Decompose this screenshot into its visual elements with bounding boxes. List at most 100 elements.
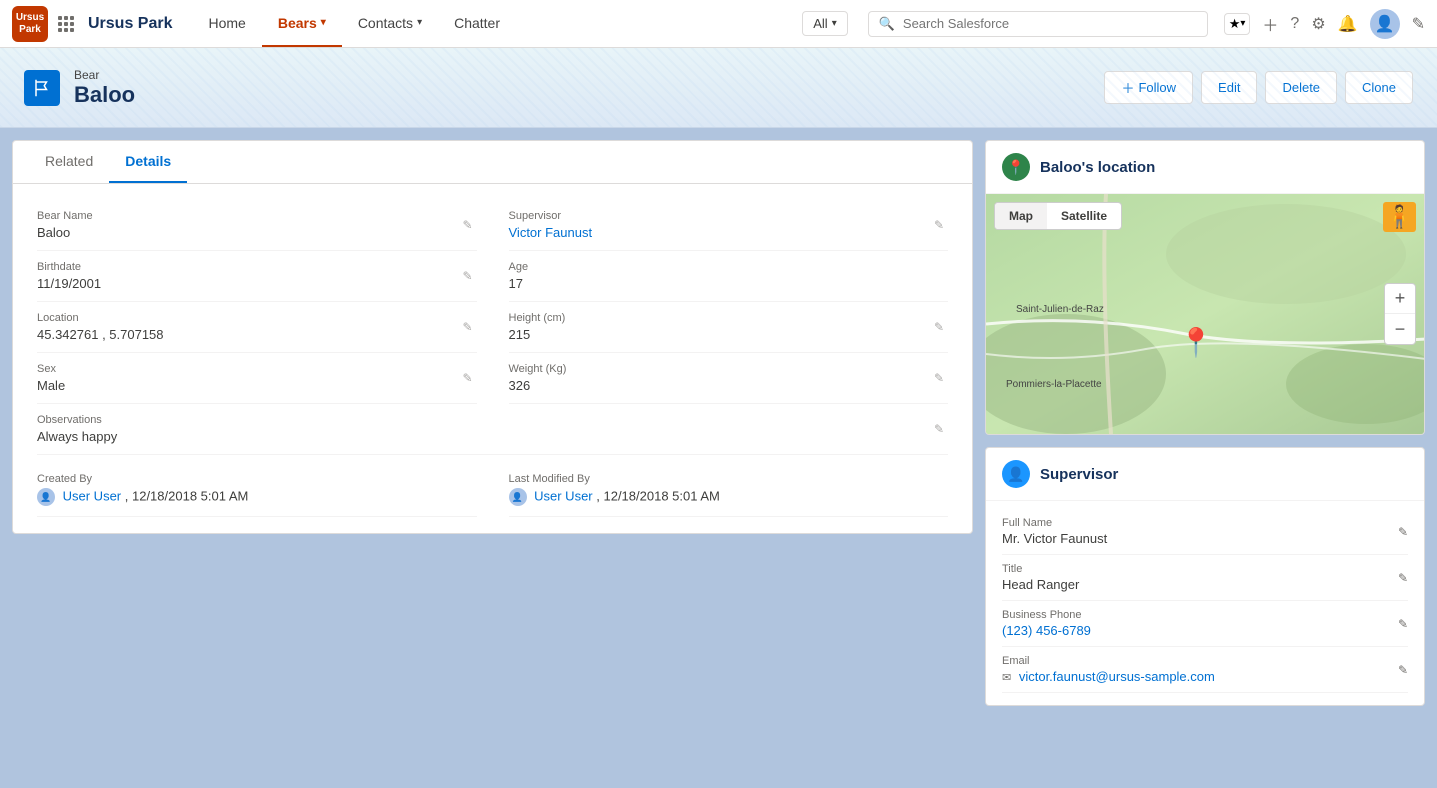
supervisor-card: 👤 Supervisor Full Name Mr. Victor Faunus… [985, 447, 1425, 706]
tab-bar: Related Details [13, 141, 972, 184]
left-panel: Related Details Bear Name Baloo Supervis… [12, 140, 973, 534]
avatar-icon: 👤 [1375, 14, 1395, 34]
edit-fullname-icon[interactable] [1398, 525, 1408, 539]
help-icon[interactable]: ? [1290, 15, 1299, 33]
search-scope-all[interactable]: All ▾ [802, 11, 847, 36]
nav-tabs: Home Bears ▾ Contacts ▾ Chatter [193, 0, 803, 47]
email-icon: ✉ [1002, 672, 1011, 684]
sup-field-phone: Business Phone (123) 456-6789 [1002, 601, 1408, 647]
map-tab-satellite[interactable]: Satellite [1047, 203, 1121, 229]
nav-tab-home[interactable]: Home [193, 0, 262, 47]
search-bar: 🔍 [868, 11, 1208, 37]
edit-phone-icon[interactable] [1398, 617, 1408, 631]
field-modified-by: Last Modified By 👤 User User , 12/18/201… [509, 463, 949, 517]
edit-weight-icon[interactable] [934, 371, 944, 385]
record-icon-badge [24, 70, 60, 106]
delete-button[interactable]: Delete [1265, 71, 1337, 104]
record-object-type: Bear [74, 68, 135, 82]
edit-button[interactable]: Edit [1201, 71, 1257, 104]
main-content: Related Details Bear Name Baloo Supervis… [0, 128, 1437, 788]
record-actions: ＋ Follow Edit Delete Clone [1104, 71, 1413, 104]
map-background: Map Satellite 🧍 Saint-Julien-de-Raz Pomm… [986, 194, 1424, 434]
record-name: Baloo [74, 82, 135, 108]
record-title-group: Bear Baloo [74, 68, 135, 108]
supervisor-card-header: 👤 Supervisor [986, 448, 1424, 501]
location-card: 📍 Baloo's location [985, 140, 1425, 435]
notifications-icon[interactable]: 🔔 [1338, 14, 1358, 34]
modified-user-link[interactable]: User User [534, 488, 593, 503]
zoom-in-button[interactable]: + [1385, 284, 1415, 314]
chevron-down-icon: ▾ [417, 17, 422, 28]
settings-icon[interactable]: ⚙ [1311, 14, 1325, 34]
top-nav: Ursus Park Ursus Park Home Bears ▾ Conta… [0, 0, 1437, 48]
right-panel: 📍 Baloo's location [985, 140, 1425, 706]
edit-title-icon[interactable] [1398, 571, 1408, 585]
field-row-5: Observations Always happy [37, 404, 948, 455]
plus-icon: ＋ [1121, 78, 1134, 97]
edit-sex-icon[interactable] [462, 371, 472, 385]
field-sex: Sex Male [37, 353, 477, 404]
field-row-3: Location 45.342761 , 5.707158 Height (cm… [37, 302, 948, 353]
grid-icon[interactable] [58, 16, 76, 32]
field-age: Age 17 [509, 251, 949, 302]
user-avatar[interactable]: 👤 [1370, 9, 1400, 39]
street-view-icon[interactable]: 🧍 [1383, 202, 1416, 232]
sup-field-fullname: Full Name Mr. Victor Faunust [1002, 509, 1408, 555]
edit-bear-name-icon[interactable] [462, 218, 472, 232]
map-tabs: Map Satellite [994, 202, 1122, 230]
tab-related[interactable]: Related [29, 141, 109, 183]
edit-height-icon[interactable] [934, 320, 944, 334]
field-birthdate: Birthdate 11/19/2001 [37, 251, 477, 302]
tab-details[interactable]: Details [109, 141, 187, 183]
chevron-down-icon: ▾ [1240, 18, 1245, 29]
favorites-button[interactable]: ★ ▾ [1224, 13, 1251, 35]
star-icon: ★ [1229, 16, 1241, 32]
chevron-down-icon: ▾ [832, 18, 837, 29]
field-weight: Weight (Kg) 326 [509, 353, 949, 404]
nav-tab-bears[interactable]: Bears ▾ [262, 0, 342, 47]
supervisor-fields: Full Name Mr. Victor Faunust Title Head … [986, 501, 1424, 705]
map-tab-map[interactable]: Map [995, 203, 1047, 229]
created-row: Created By 👤 User User , 12/18/2018 5:01… [37, 463, 948, 517]
edit-location-icon[interactable] [462, 320, 472, 334]
sup-field-email: Email ✉ victor.faunust@ursus-sample.com [1002, 647, 1408, 693]
nav-tab-contacts[interactable]: Contacts ▾ [342, 0, 438, 47]
clone-button[interactable]: Clone [1345, 71, 1413, 104]
map-zoom-controls: + − [1384, 283, 1416, 345]
edit-nav-icon[interactable]: ✎ [1412, 14, 1425, 34]
field-location: Location 45.342761 , 5.707158 [37, 302, 477, 353]
search-input[interactable] [903, 16, 1197, 31]
edit-supervisor-icon[interactable] [934, 218, 944, 232]
supervisor-icon: 👤 [1002, 460, 1030, 488]
details-content: Bear Name Baloo Supervisor Victor Faunus… [13, 184, 972, 533]
app-icon-label: Ursus Park [12, 12, 48, 36]
zoom-out-button[interactable]: − [1385, 314, 1415, 344]
created-user-link[interactable]: User User [63, 488, 122, 503]
field-row-1: Bear Name Baloo Supervisor Victor Faunus… [37, 200, 948, 251]
follow-button[interactable]: ＋ Follow [1104, 71, 1193, 104]
nav-tab-chatter[interactable]: Chatter [438, 0, 516, 47]
field-created-by: Created By 👤 User User , 12/18/2018 5:01… [37, 463, 477, 517]
field-height: Height (cm) 215 [509, 302, 949, 353]
field-row-2: Birthdate 11/19/2001 Age 17 [37, 251, 948, 302]
edit-observations-icon[interactable] [934, 422, 944, 436]
add-icon[interactable]: ＋ [1262, 12, 1278, 36]
modified-user-icon: 👤 [509, 488, 527, 506]
edit-email-icon[interactable] [1398, 663, 1408, 677]
edit-birthdate-icon[interactable] [462, 269, 472, 283]
app-icon[interactable]: Ursus Park [12, 6, 48, 42]
app-name: Ursus Park [88, 15, 173, 33]
place-label-2: Pommiers-la-Placette [1006, 379, 1102, 390]
sup-field-title: Title Head Ranger [1002, 555, 1408, 601]
search-icon: 🔍 [879, 16, 895, 32]
field-supervisor: Supervisor Victor Faunust [509, 200, 949, 251]
flag-icon [33, 79, 51, 97]
place-label-1: Saint-Julien-de-Raz [1016, 304, 1104, 315]
map-container: Map Satellite 🧍 Saint-Julien-de-Raz Pomm… [986, 194, 1424, 434]
record-header: Bear Baloo ＋ Follow Edit Delete Clone [0, 48, 1437, 128]
created-user-icon: 👤 [37, 488, 55, 506]
email-link[interactable]: victor.faunust@ursus-sample.com [1019, 669, 1215, 684]
top-right-icons: ★ ▾ ＋ ? ⚙ 🔔 👤 ✎ [1224, 9, 1425, 39]
chevron-down-icon: ▾ [321, 17, 326, 28]
location-icon: 📍 [1002, 153, 1030, 181]
